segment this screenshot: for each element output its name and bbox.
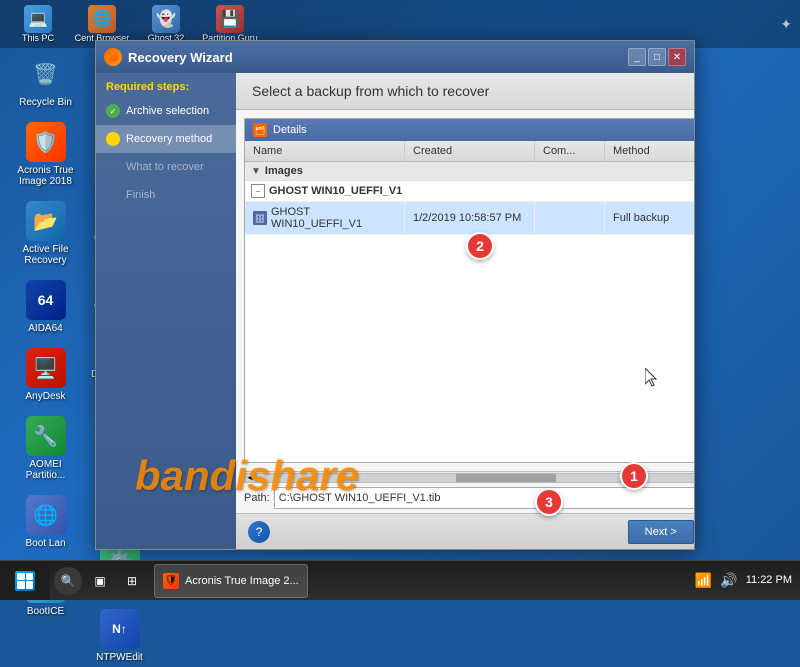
details-header-text: Details (273, 124, 307, 136)
top-app-cent-browser[interactable]: 🌐 Cent Browser (72, 5, 132, 43)
icon-label: NTPWEdit (96, 652, 143, 663)
taskbar: 🔍 ▣ ⊞ 🛡 Acronis True Image 2... 📶 🔊 11:2… (0, 560, 800, 600)
details-header: 🗂 Details (245, 119, 694, 141)
step-dot-current (106, 132, 120, 146)
icon-label: AnyDesk (25, 391, 65, 402)
details-table[interactable]: Name Created Com... Method Path ▼ Images (245, 141, 694, 462)
icon-label: Recycle Bin (19, 97, 72, 108)
windows-logo (15, 571, 35, 591)
dialog-header-title: Select a backup from which to recover (252, 83, 694, 99)
path-bar: Path: Browse (244, 487, 694, 509)
dialog-titlebar: Recovery Wizard _ □ ✕ (96, 41, 694, 73)
details-panel: 🗂 Details Name Created Com... Method Pat… (244, 118, 694, 463)
time-display: 11:22 PM (746, 573, 792, 588)
col-name: Name (245, 141, 405, 161)
step-dot-inactive (106, 160, 120, 174)
icon-label: BootICE (27, 606, 64, 617)
dialog-header: Select a backup from which to recover (236, 73, 694, 110)
top-app-this-pc[interactable]: 💻 This PC (8, 5, 68, 43)
close-button[interactable]: ✕ (668, 48, 686, 66)
top-app-ghost32[interactable]: 👻 Ghost 32 (136, 5, 196, 43)
active-app-icon: 🛡 (163, 573, 179, 589)
path-label: Path: (244, 492, 270, 504)
sidebar-required-label: Required steps: (96, 73, 236, 97)
help-icon[interactable]: ? (248, 521, 270, 543)
start-button[interactable] (0, 561, 50, 600)
taskbar-right: 📶 🔊 11:22 PM (695, 572, 800, 589)
icon-label: AOMEI Partitio... (12, 459, 79, 481)
sidebar-item-recovery-method[interactable]: Recovery method (96, 125, 236, 153)
col-com: Com... (535, 141, 605, 161)
sidebar-item-label: Archive selection (126, 105, 209, 117)
desktop: 💻 This PC 🌐 Cent Browser 👻 Ghost 32 💾 Pa… (0, 0, 800, 600)
desktop-icon-aida64[interactable]: 64 AIDA64 (8, 276, 83, 338)
sidebar-item-what-to-recover[interactable]: What to recover (96, 153, 236, 181)
desktop-icon-recycle-bin[interactable]: 🗑️ Recycle Bin (8, 50, 83, 112)
next-button[interactable]: Next > (628, 520, 694, 544)
volume-icon[interactable]: 🔊 (720, 572, 737, 589)
top-app-partition-guru[interactable]: 💾 Partition Guru (200, 5, 260, 43)
desktop-icon-anydesk[interactable]: 🖥️ AnyDesk (8, 344, 83, 406)
step-dot-inactive (106, 188, 120, 202)
details-icon: 🗂 (253, 123, 267, 137)
desktop-icon-active-file-recovery[interactable]: 📂 Active File Recovery (8, 197, 83, 270)
scroll-left-btn[interactable]: ◄ (244, 473, 256, 483)
network-icon[interactable]: 📶 (695, 572, 712, 589)
step-dot-completed: ✓ (106, 104, 120, 118)
maximize-button[interactable]: □ (648, 48, 666, 66)
table-header: Name Created Com... Method Path (245, 141, 694, 162)
row-icon: 🗄 (253, 211, 267, 225)
path-input[interactable] (274, 487, 694, 509)
cell-name-text: GHOST WIN10_UEFFI_V1 (271, 206, 396, 230)
minimize-button[interactable]: _ (628, 48, 646, 66)
sidebar-item-label: Finish (126, 189, 155, 201)
task-view-icon[interactable]: ▣ (86, 567, 114, 595)
icon-label: Boot Lan (25, 538, 65, 549)
step-badge-2: 2 (466, 232, 494, 260)
desktop-icon-acronis[interactable]: 🛡️ Acronis True Image 2018 (8, 118, 83, 191)
start-menu-icon[interactable]: ⊞ (118, 567, 146, 595)
desktop-icon-boot-lan[interactable]: 🌐 Boot Lan (8, 491, 83, 553)
dialog-title: Recovery Wizard (128, 50, 622, 65)
icon-label: AIDA64 (28, 323, 62, 334)
section-images[interactable]: ▼ Images (245, 162, 694, 181)
taskbar-search-area: 🔍 ▣ ⊞ (50, 567, 150, 595)
scroll-thumb (456, 474, 556, 482)
cell-method: Full backup (605, 202, 694, 234)
desktop-icon-ntpwedit[interactable]: N↑ NTPWEdit (82, 605, 157, 667)
search-icon[interactable]: 🔍 (54, 567, 82, 595)
dialog-footer: ? Next > Cancel (236, 513, 694, 549)
sidebar-item-archive-selection[interactable]: ✓ Archive selection (96, 97, 236, 125)
taskbar-active-app[interactable]: 🛡 Acronis True Image 2... (154, 564, 308, 598)
section-arrow: ▼ (251, 166, 261, 177)
dialog-content: Required steps: ✓ Archive selection Reco… (96, 73, 694, 549)
cell-created: 1/2/2019 10:58:57 PM (405, 202, 535, 234)
recovery-wizard-dialog: Recovery Wizard _ □ ✕ Required steps: ✓ … (95, 40, 695, 550)
wizard-sidebar: Required steps: ✓ Archive selection Reco… (96, 73, 236, 549)
group-label: GHOST WIN10_UEFFI_V1 (269, 185, 402, 197)
col-created: Created (405, 141, 535, 161)
icon-label: Acronis True Image 2018 (12, 165, 79, 187)
sidebar-item-finish[interactable]: Finish (96, 181, 236, 209)
top-app-label: This PC (22, 33, 54, 43)
table-row[interactable]: 🗄 GHOST WIN10_UEFFI_V1 1/2/2019 10:58:57… (245, 202, 694, 235)
dialog-controls: _ □ ✕ (628, 48, 686, 66)
active-app-label: Acronis True Image 2... (185, 575, 299, 587)
col-method: Method (605, 141, 694, 161)
icon-label: Active File Recovery (12, 244, 79, 266)
step-badge-3: 3 (535, 488, 563, 516)
cell-com (535, 202, 605, 234)
step-badge-1: 1 (620, 462, 648, 490)
section-label: Images (265, 165, 303, 177)
desktop-icon-aomei[interactable]: 🔧 AOMEI Partitio... (8, 412, 83, 485)
group-expand-icon[interactable]: − (251, 184, 265, 198)
sidebar-item-label: Recovery method (126, 133, 212, 145)
sidebar-item-label: What to recover (126, 161, 204, 173)
cell-name: 🗄 GHOST WIN10_UEFFI_V1 (245, 202, 405, 234)
group-header[interactable]: − GHOST WIN10_UEFFI_V1 (245, 181, 694, 202)
dialog-icon (104, 48, 122, 66)
clock[interactable]: 11:22 PM (746, 573, 792, 588)
